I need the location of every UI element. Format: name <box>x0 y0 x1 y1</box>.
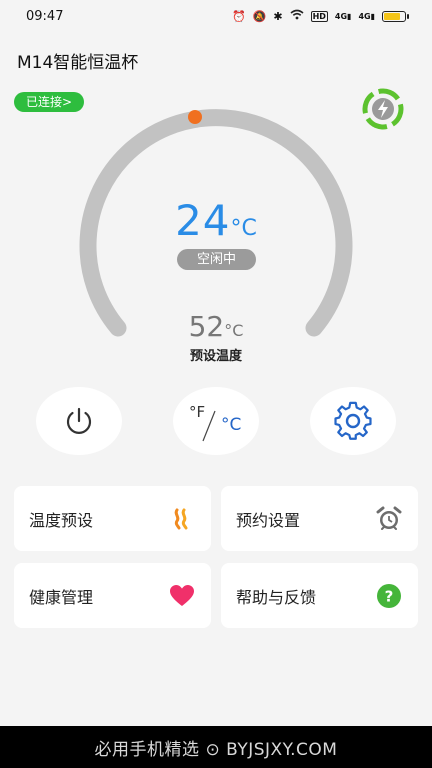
watermark-bar: 必用手机精选 ⊙ BYJSJXY.COM <box>0 726 432 768</box>
status-icons: ⏰ 🔕 ✱ HD 4G▮ 4G▮ <box>231 9 409 23</box>
health-management-card[interactable]: 健康管理 <box>14 563 211 628</box>
power-button[interactable] <box>36 387 122 455</box>
bluetooth-icon: ✱ <box>273 9 283 23</box>
divider-slash <box>202 410 216 442</box>
status-bar: 09:47 ⏰ 🔕 ✱ HD 4G▮ 4G▮ <box>0 0 432 32</box>
celsius-label[interactable]: °C <box>221 415 241 435</box>
preset-temp-value: 52 <box>188 310 225 343</box>
battery-icon <box>382 10 409 22</box>
preset-temp-unit: °C <box>224 321 244 340</box>
schedule-settings-card[interactable]: 预约设置 <box>221 486 418 551</box>
unit-toggle-button[interactable]: °F °C <box>173 387 259 455</box>
status-pill: 空闲中 <box>177 249 256 270</box>
dial-indicator-dot[interactable] <box>188 110 202 124</box>
signal-icon-2: 4G▮ <box>358 11 375 21</box>
help-feedback-card[interactable]: 帮助与反馈 ? <box>221 563 418 628</box>
settings-button[interactable] <box>310 387 396 455</box>
alarm-clock-icon <box>376 506 402 532</box>
preset-temp-label: 预设温度 <box>189 349 242 364</box>
current-temperature: 24°C <box>0 196 432 245</box>
mute-icon: 🔕 <box>252 9 267 23</box>
app-title: M14智能恒温杯 <box>17 53 139 73</box>
current-temp-unit: °C <box>230 216 257 241</box>
card-label: 健康管理 <box>29 587 94 607</box>
status-time: 09:47 <box>26 8 64 24</box>
gear-icon <box>334 401 372 440</box>
temperature-preset-card[interactable]: 温度预设 <box>14 486 211 551</box>
card-label: 帮助与反馈 <box>236 587 317 607</box>
signal-icon-1: 4G▮ <box>334 11 352 21</box>
hd-icon: HD <box>310 10 328 22</box>
preset-temperature: 52°C <box>0 310 432 343</box>
svg-text:?: ? <box>385 587 394 605</box>
card-label: 预约设置 <box>236 510 301 530</box>
help-icon: ? <box>376 583 402 609</box>
alarm-icon: ⏰ <box>231 9 246 23</box>
heart-icon <box>169 583 195 609</box>
current-temp-value: 24 <box>175 196 231 245</box>
card-label: 温度预设 <box>29 510 94 530</box>
wifi-icon <box>290 9 304 23</box>
fahrenheit-label[interactable]: °F <box>189 403 205 421</box>
heat-waves-icon <box>169 506 195 532</box>
power-icon <box>66 407 92 434</box>
